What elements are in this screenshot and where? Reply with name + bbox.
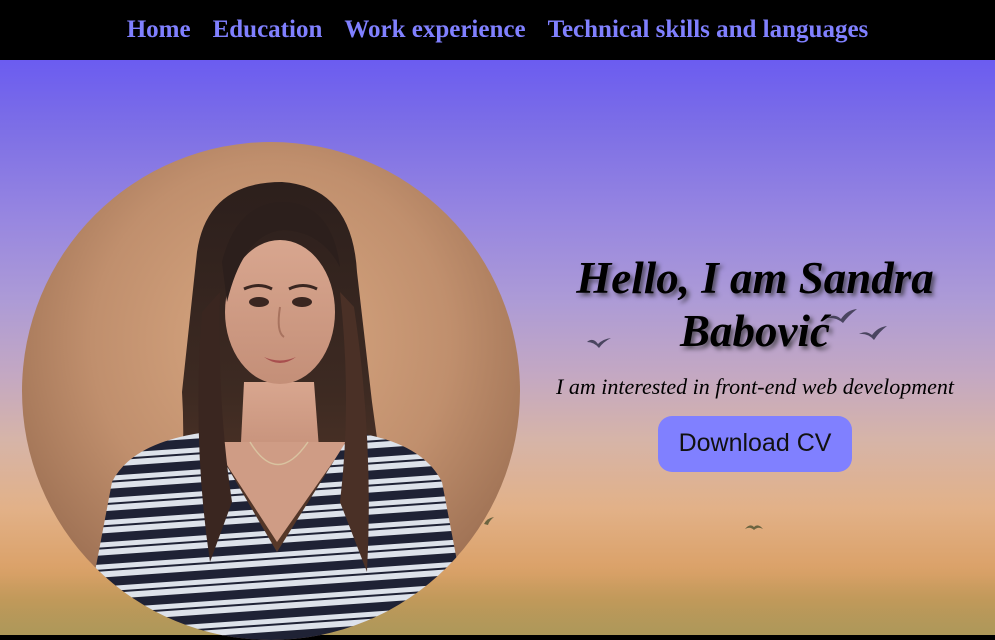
bird-icon <box>745 525 763 530</box>
nav-link-work-experience[interactable]: Work experience <box>344 17 525 44</box>
hero-section: Hello, I am Sandra Babović I am interest… <box>0 60 995 640</box>
tagline: I am interested in front-end web develop… <box>556 374 954 400</box>
profile-photo <box>22 142 520 640</box>
nav-link-education[interactable]: Education <box>213 17 323 44</box>
name-line-1: Hello, I am Sandra <box>576 253 934 303</box>
name-line-2: Babović <box>680 306 830 357</box>
download-cv-button[interactable]: Download CV <box>657 416 853 472</box>
nav-link-home[interactable]: Home <box>127 17 191 44</box>
page-title: Hello, I am Sandra Babović <box>530 252 980 358</box>
nav-link-technical-skills[interactable]: Technical skills and languages <box>548 17 869 44</box>
portrait-illustration <box>22 142 520 640</box>
intro-block: Hello, I am Sandra Babović I am interest… <box>530 252 980 472</box>
top-nav: Home Education Work experience Technical… <box>0 0 995 60</box>
